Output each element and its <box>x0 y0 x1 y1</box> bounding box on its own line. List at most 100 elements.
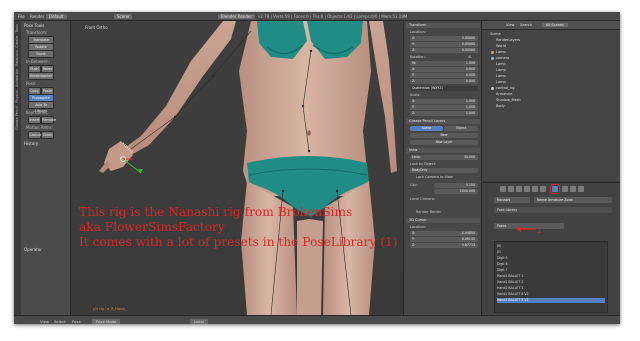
clear-paths-button[interactable]: Clear <box>41 131 54 139</box>
pose-list-item[interactable]: Hand1 BALLET 2 <box>497 280 605 285</box>
lock-camera-to-view-checkbox[interactable]: Lock Camera to View <box>416 175 453 179</box>
armature-zone-field[interactable]: Name Armature Zone <box>534 197 612 203</box>
pose-list[interactable]: 00 01 Digit 5 Digit 6 Digit 7 Hand1 BALL… <box>494 241 608 313</box>
cursor-z-field[interactable]: Z: 0.67713 <box>410 243 478 248</box>
pose-list-item[interactable]: Digit 5 <box>497 256 605 261</box>
bone-constraints-tab-icon[interactable] <box>570 186 576 192</box>
pose-list-item[interactable]: Hand1 BALLET 6 V2 <box>497 292 605 297</box>
in-between-label: In-Between: <box>26 59 50 64</box>
tab-grease-pencil[interactable]: Grease Pencil <box>15 106 19 130</box>
insert-keyframe-button[interactable]: Insert <box>28 116 41 124</box>
scale-x-field[interactable]: X: 1.000 <box>410 99 478 104</box>
location-y-field[interactable]: Y: 0.00000 <box>410 42 478 47</box>
render-tab-icon[interactable] <box>500 186 506 192</box>
location-label: Location: <box>410 30 426 34</box>
scene-select[interactable]: Scene <box>114 14 133 19</box>
constraints-tab-icon[interactable] <box>540 186 546 192</box>
pose-list-item[interactable]: Hand2 BALLET 5 <box>497 286 605 291</box>
cursor-x-field[interactable]: X: -0.04850 <box>410 231 478 236</box>
outliner-row-world[interactable]: World <box>496 44 506 48</box>
new-layer-button[interactable]: New Layer <box>410 140 478 145</box>
breakdowner-button[interactable]: Breakdowner <box>28 72 54 80</box>
pose-list-item-selected[interactable]: Hand1 BALLET 5 V2 <box>497 298 605 303</box>
outliner-row-lamp-5[interactable]: Lamp <box>496 80 506 84</box>
pose-list-item[interactable]: 01 <box>497 250 605 255</box>
pose-tools-header[interactable]: Pose Tools <box>24 23 44 28</box>
new-button[interactable]: New <box>410 133 478 138</box>
outliner-view-menu[interactable]: View <box>506 23 514 27</box>
rotation-mode-select[interactable]: Quaternion (WXYZ) <box>410 86 478 91</box>
world-tab-icon[interactable] <box>524 186 530 192</box>
clip-start-field[interactable]: 0.100 <box>434 183 478 188</box>
armature-data-tab-icon[interactable] <box>550 184 560 194</box>
render-engine-select[interactable]: Blender Render <box>218 14 256 19</box>
outliner-row-control-rig[interactable]: control_rig <box>496 86 515 90</box>
rotation-x-field[interactable]: X: 0.000 <box>410 67 478 72</box>
history-panel-header[interactable]: History <box>24 141 38 146</box>
pose-list-item[interactable]: 00 <box>497 244 605 249</box>
outliner-row-scene[interactable]: Scene <box>490 32 501 36</box>
outliner-row-shadow-mesh[interactable]: Shadow_Mesh <box>496 98 521 102</box>
armature-name-field[interactable]: Nanashi <box>494 197 530 203</box>
scale-button[interactable]: Scale <box>28 50 54 58</box>
view-label: Front Ortho <box>85 25 108 30</box>
3d-viewport[interactable]: Front Ortho (0) rig : b_R_Hand_ <box>71 21 403 315</box>
pose-list-item[interactable]: Digit 6 <box>497 262 605 267</box>
scale-z-field[interactable]: Z: 1.000 <box>410 111 478 116</box>
lens-field[interactable]: Lens: 35.000 <box>410 155 478 160</box>
cursor-y-field[interactable]: Y: 0.06152 <box>410 237 478 242</box>
grease-pencil-panel-header[interactable]: Grease Pencil Layers <box>406 119 480 124</box>
menu-file[interactable]: File <box>18 14 25 19</box>
menu-render[interactable]: Render <box>30 14 44 19</box>
pose-menu[interactable]: Pose <box>72 319 81 324</box>
tab-physics[interactable]: Physics <box>15 90 19 103</box>
scene-tab-icon[interactable] <box>516 186 522 192</box>
display-mode-select[interactable]: All Scenes <box>542 23 568 27</box>
outliner-search-menu[interactable]: Search <box>520 23 532 27</box>
pose-library-header[interactable]: Pose Library <box>494 207 612 213</box>
outliner-row-armature[interactable]: Armature <box>496 92 512 96</box>
lock-object-field[interactable]: BodyOnly <box>410 168 478 173</box>
remove-keyframe-button[interactable]: Remove <box>41 116 56 124</box>
render-border-checkbox[interactable]: Render Border <box>416 210 441 214</box>
outliner-row-lamp-3[interactable]: Lamp <box>496 68 506 72</box>
object-tab-icon[interactable] <box>532 186 538 192</box>
outliner-row-lamp-2[interactable]: Lamp <box>496 62 506 66</box>
scene-toggle[interactable]: Scene <box>410 126 443 131</box>
layout-select[interactable]: Default <box>46 14 67 19</box>
outliner-row-lamp[interactable]: Lamp <box>496 50 506 54</box>
blender-window: File Render Default Scene Blender Render… <box>14 12 620 324</box>
rotation-w-field[interactable]: W: 1.000 <box>410 61 478 66</box>
rotation-z-field[interactable]: Z: 0.000 <box>410 79 478 84</box>
tab-relations[interactable]: Relations <box>15 50 19 66</box>
outliner-row-lamp-4[interactable]: Lamp <box>496 74 506 78</box>
view-panel-header[interactable]: View <box>406 148 480 153</box>
outliner-row-renderlayers[interactable]: RenderLayers <box>496 38 520 42</box>
location-z-field[interactable]: Z: 0.00000 <box>410 48 478 53</box>
physics-tab-icon[interactable] <box>578 186 584 192</box>
rotation-mode-toggle[interactable]: 4L <box>468 55 472 59</box>
tab-create[interactable]: Create <box>15 36 19 48</box>
tab-tools[interactable]: Tools <box>15 24 19 33</box>
object-toggle[interactable]: Object <box>444 126 478 131</box>
outliner-row-body[interactable]: Body <box>496 104 505 108</box>
bone-tab-icon[interactable] <box>562 186 568 192</box>
location-x-field[interactable]: X: 0.00000 <box>410 36 478 41</box>
view-menu[interactable]: View <box>40 319 49 324</box>
tab-animation[interactable]: Animation <box>15 69 19 87</box>
transform-panel-header[interactable]: Transform <box>406 23 480 28</box>
mode-select[interactable]: Pose Mode <box>92 318 121 324</box>
select-menu[interactable]: Select <box>54 319 66 324</box>
rotation-y-field[interactable]: Y: 0.000 <box>410 73 478 78</box>
operator-panel-header[interactable]: Operator <box>24 247 42 252</box>
transform-orientation-select[interactable]: Local <box>190 318 208 324</box>
render-layers-tab-icon[interactable] <box>508 186 514 192</box>
clip-end-field[interactable]: 1000.000 <box>434 189 478 194</box>
pose-list-item[interactable]: Hand1 BALLET 1 <box>497 274 605 279</box>
pose-list-item[interactable]: Digit 7 <box>497 268 605 273</box>
calculate-paths-button[interactable]: Calculate <box>28 131 45 139</box>
scale-y-field[interactable]: Y: 1.000 <box>410 105 478 110</box>
outliner-row-camera[interactable]: camera <box>496 56 509 60</box>
3d-cursor-panel-header[interactable]: 3D Cursor <box>406 218 480 223</box>
add-to-library-button[interactable]: Add To Library <box>28 101 54 113</box>
